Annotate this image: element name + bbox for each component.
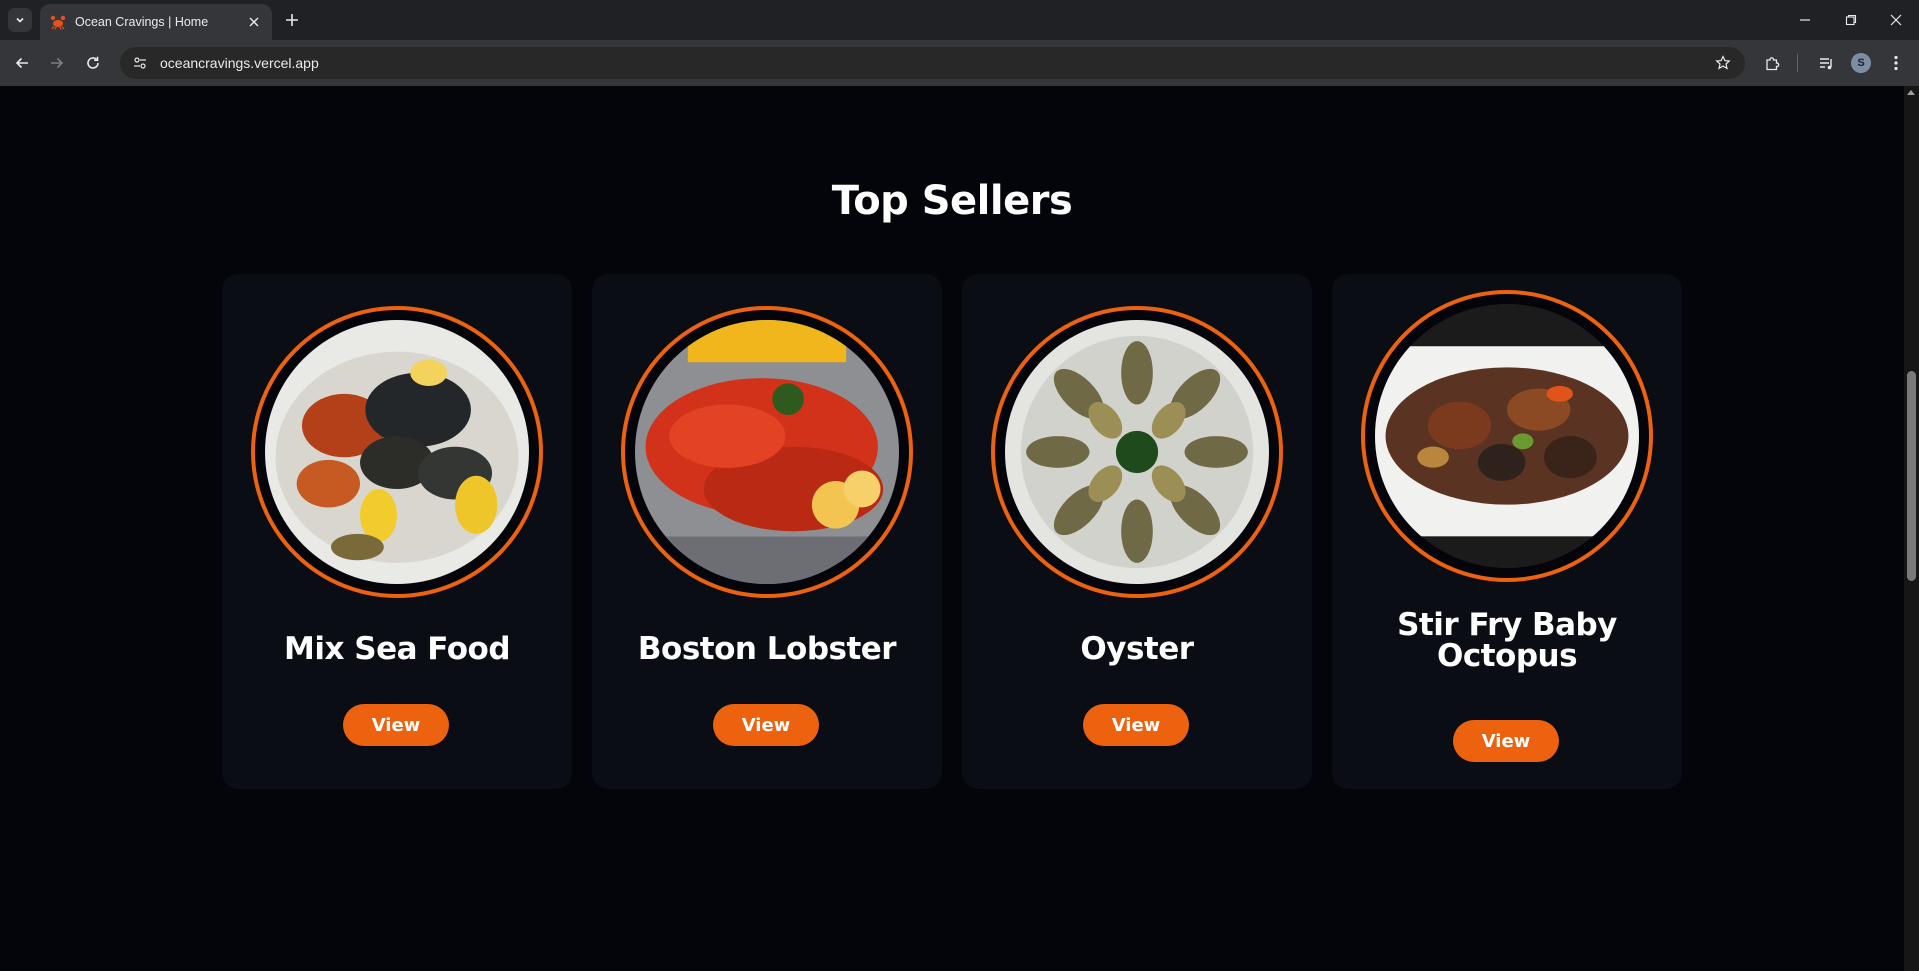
octopus-stirfry-image xyxy=(1375,304,1639,568)
new-tab-button[interactable] xyxy=(280,8,304,32)
close-icon xyxy=(1890,14,1902,26)
bookmark-star-icon[interactable] xyxy=(1711,51,1735,75)
product-image[interactable] xyxy=(251,306,543,598)
chrome-menu-button[interactable] xyxy=(1883,50,1909,76)
tab-strip: Ocean Cravings | Home xyxy=(0,0,1919,40)
mixed-seafood-image xyxy=(265,320,529,584)
tab-close-icon[interactable] xyxy=(246,14,262,30)
minimize-button[interactable] xyxy=(1782,0,1828,40)
arrow-left-icon xyxy=(15,57,28,69)
product-card: Boston Lobster View xyxy=(592,274,942,789)
product-image[interactable] xyxy=(1361,290,1653,582)
kebab-menu-icon xyxy=(1894,55,1898,71)
product-name: Boston Lobster xyxy=(637,631,897,667)
active-tab[interactable]: Ocean Cravings | Home xyxy=(40,4,272,40)
puzzle-icon xyxy=(1765,56,1779,70)
product-name: Mix Sea Food xyxy=(283,631,511,667)
reload-icon xyxy=(87,56,99,69)
restore-icon xyxy=(1845,14,1857,26)
page-scrollbar[interactable] xyxy=(1904,86,1919,971)
product-card: Oyster View xyxy=(962,274,1312,789)
product-image[interactable] xyxy=(621,306,913,598)
crab-favicon-icon xyxy=(50,15,66,30)
product-card: Mix Sea Food View xyxy=(222,274,572,789)
product-image[interactable] xyxy=(991,306,1283,598)
tab-search-button[interactable] xyxy=(8,8,32,32)
address-bar[interactable]: oceancravings.vercel.app xyxy=(120,47,1745,79)
restore-button[interactable] xyxy=(1828,0,1874,40)
reload-button[interactable] xyxy=(80,50,106,76)
profile-avatar[interactable]: S xyxy=(1851,53,1871,73)
product-name: Stir Fry Baby Octopus xyxy=(1397,607,1617,674)
oyster-image xyxy=(1005,320,1269,584)
back-button[interactable] xyxy=(9,50,35,76)
section-title: Top Sellers xyxy=(831,178,1073,224)
scroll-up-arrow-icon[interactable] xyxy=(1907,90,1915,95)
media-controls-button[interactable] xyxy=(1813,50,1839,76)
playlist-icon xyxy=(1819,57,1832,69)
tab-title: Ocean Cravings | Home xyxy=(75,15,209,29)
arrow-right-icon xyxy=(51,57,64,69)
plus-icon xyxy=(286,14,298,26)
product-card: Stir Fry Baby Octopus View xyxy=(1332,274,1682,789)
view-button[interactable]: View xyxy=(713,704,819,746)
view-button[interactable]: View xyxy=(343,704,449,746)
site-info-icon[interactable] xyxy=(128,51,152,75)
minimize-icon xyxy=(1800,19,1810,21)
forward-button[interactable] xyxy=(44,50,70,76)
scrollbar-thumb[interactable] xyxy=(1907,371,1916,581)
chevron-down-icon xyxy=(16,17,24,23)
extensions-button[interactable] xyxy=(1759,50,1785,76)
lobster-image xyxy=(635,320,899,584)
url-text[interactable]: oceancravings.vercel.app xyxy=(160,55,1711,71)
view-button[interactable]: View xyxy=(1083,704,1189,746)
view-button[interactable]: View xyxy=(1453,720,1559,762)
close-window-button[interactable] xyxy=(1873,0,1919,40)
page-viewport: Top Sellers Mix Sea Food View Boston Lob… xyxy=(0,86,1904,971)
toolbar-divider xyxy=(1797,54,1798,72)
product-name: Oyster xyxy=(1080,631,1194,667)
